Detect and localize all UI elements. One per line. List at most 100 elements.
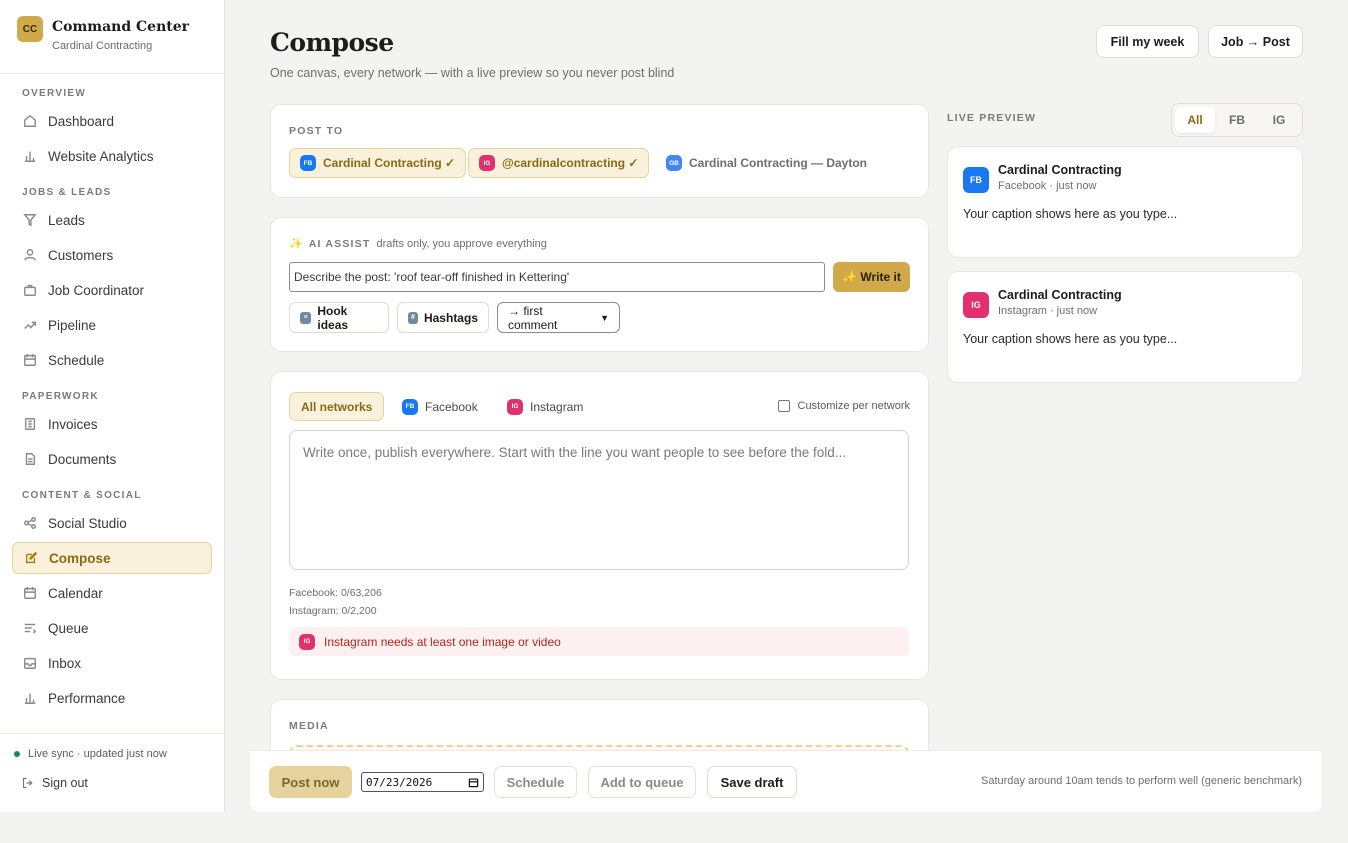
- account-chip-facebook[interactable]: FB Cardinal Contracting ✓: [289, 148, 467, 178]
- share-icon: [24, 517, 36, 529]
- preview-card-instagram: IG Cardinal Contracting Instagram · just…: [947, 271, 1303, 383]
- instagram-icon: IG: [963, 292, 989, 318]
- home-icon: [24, 114, 36, 127]
- ai-assist-card: ✨ AI ASSIST drafts only, you approve eve…: [270, 217, 929, 352]
- funnel-icon: [23, 214, 37, 227]
- logout-icon: [22, 777, 33, 789]
- action-bar: Post now 07/23/2026 Schedule Add to queu…: [250, 750, 1322, 812]
- sidebar-item-documents[interactable]: Documents: [12, 443, 212, 475]
- sidebar-item-performance[interactable]: Performance: [12, 682, 212, 714]
- nav-section-overview: OVERVIEW: [22, 88, 87, 99]
- brand-title: Command Center: [52, 19, 189, 35]
- sidebar-item-invoices[interactable]: Invoices: [12, 408, 212, 440]
- sign-out-link[interactable]: Sign out: [14, 776, 210, 790]
- instagram-icon: IG: [507, 398, 523, 415]
- schedule-date-input[interactable]: 07/23/2026: [361, 772, 484, 792]
- brand-logo: CC: [17, 16, 43, 42]
- main-content: Compose One canvas, every network — with…: [225, 0, 1348, 812]
- facebook-icon: FB: [402, 398, 418, 415]
- page-subtitle: One canvas, every network — with a live …: [270, 66, 675, 80]
- nav-section-jobs: JOBS & LEADS: [22, 187, 112, 198]
- briefcase-icon: [24, 284, 36, 296]
- trend-icon: [24, 321, 36, 329]
- users-icon: [24, 249, 36, 261]
- editor-card: All networks FB Facebook IG Instagram Cust…: [270, 371, 929, 680]
- preview-account-name: Cardinal Contracting: [998, 288, 1122, 302]
- sidebar-item-job-coordinator[interactable]: Job Coordinator: [12, 274, 212, 306]
- bar-chart-icon: [24, 151, 36, 162]
- media-label: MEDIA: [289, 720, 329, 732]
- sidebar-item-queue[interactable]: Queue: [12, 612, 212, 644]
- calendar-icon: [24, 353, 36, 366]
- account-chip-instagram[interactable]: IG @cardinalcontracting ✓: [468, 148, 650, 178]
- calendar-icon: [468, 777, 479, 787]
- brand-header: CC Command Center Cardinal Contracting: [0, 0, 224, 74]
- preview-card-facebook: FB Cardinal Contracting Facebook · just …: [947, 146, 1303, 258]
- sidebar-item-schedule[interactable]: Schedule: [12, 344, 212, 376]
- post-now-button[interactable]: Post now: [269, 766, 352, 798]
- hashtags-button[interactable]: # Hashtags: [397, 302, 489, 333]
- bar-chart-icon: [24, 693, 36, 704]
- sidebar-item-dashboard[interactable]: Dashboard: [12, 105, 212, 137]
- nav-section-content: CONTENT & SOCIAL: [22, 490, 142, 501]
- nav-section-paperwork: PAPERWORK: [22, 391, 99, 402]
- preview-meta: Facebook · just now: [998, 180, 1097, 192]
- post-to-label: POST TO: [289, 125, 344, 137]
- instagram-icon: IG: [479, 155, 495, 171]
- sidebar-item-compose[interactable]: Compose: [12, 542, 212, 574]
- sidebar-item-social-studio[interactable]: Social Studio: [12, 507, 212, 539]
- sidebar-item-calendar[interactable]: Calendar: [12, 577, 212, 609]
- sidebar-item-inbox[interactable]: Inbox: [12, 647, 212, 679]
- customize-per-network[interactable]: Customize per network: [777, 400, 910, 412]
- preview-tab-fb[interactable]: FB: [1217, 107, 1257, 133]
- schedule-button[interactable]: Schedule: [494, 766, 577, 798]
- page-title: Compose: [270, 28, 394, 57]
- ai-prompt-input[interactable]: Describe the post: 'roof tear-off finish…: [289, 262, 825, 292]
- add-to-queue-button[interactable]: Add to queue: [588, 766, 696, 798]
- tab-facebook[interactable]: FB Facebook: [391, 392, 489, 421]
- list-icon: [24, 623, 37, 634]
- preview-account-name: Cardinal Contracting: [998, 163, 1122, 177]
- document-icon: [25, 453, 36, 465]
- account-chip-google-business[interactable]: GB Cardinal Contracting — Dayton: [656, 148, 877, 178]
- sync-status: Live sync · updated just now: [14, 748, 210, 760]
- preview-caption: Your caption shows here as you type...: [963, 332, 1178, 346]
- sidebar-item-leads[interactable]: Leads: [12, 204, 212, 236]
- preview-meta: Instagram · just now: [998, 305, 1098, 317]
- sparkle-icon: ✨: [289, 238, 303, 250]
- fill-my-week-button[interactable]: Fill my week: [1096, 25, 1199, 58]
- hook-ideas-button[interactable]: ≡ Hook ideas: [289, 302, 389, 333]
- preview-tab-ig[interactable]: IG: [1259, 107, 1299, 133]
- hook-icon: ≡: [300, 311, 312, 324]
- calendar-icon: [24, 586, 36, 599]
- facebook-counter: Facebook: 0/63,206: [289, 587, 382, 599]
- receipt-icon: [24, 418, 36, 430]
- job-to-post-button[interactable]: Job → Post: [1208, 25, 1303, 58]
- brand-subtitle: Cardinal Contracting: [52, 40, 153, 52]
- customize-checkbox[interactable]: [777, 400, 790, 412]
- facebook-icon: FB: [963, 167, 989, 193]
- preview-tabs: All FB IG: [1171, 103, 1303, 137]
- write-it-button[interactable]: ✨ Write it: [833, 262, 910, 292]
- save-draft-button[interactable]: Save draft: [707, 766, 797, 798]
- instagram-counter: Instagram: 0/2,200: [289, 605, 377, 617]
- first-comment-select[interactable]: → first comment ▼: [497, 302, 620, 333]
- preview-tab-all[interactable]: All: [1175, 107, 1215, 133]
- hashtag-icon: #: [408, 311, 418, 324]
- sidebar-item-customers[interactable]: Customers: [12, 239, 212, 271]
- caption-textarea[interactable]: Write once, publish everywhere. Start wi…: [289, 430, 909, 570]
- ai-assist-header: ✨ AI ASSIST drafts only, you approve eve…: [289, 237, 547, 251]
- post-to-card: POST TO FB Cardinal Contracting ✓ IG @card…: [270, 104, 929, 198]
- tab-all-networks[interactable]: All networks: [289, 392, 385, 421]
- sidebar: CC Command Center Cardinal Contracting O…: [0, 0, 225, 812]
- tab-instagram[interactable]: IG Instagram: [496, 392, 594, 421]
- chevron-down-icon: ▼: [600, 312, 609, 323]
- sidebar-footer: Live sync · updated just now Sign out: [0, 733, 224, 790]
- sidebar-item-website-analytics[interactable]: Website Analytics: [12, 140, 212, 172]
- edit-icon: [25, 551, 38, 564]
- sidebar-item-pipeline[interactable]: Pipeline: [12, 309, 212, 341]
- status-dot-icon: [14, 751, 20, 757]
- inbox-icon: [24, 657, 36, 669]
- live-preview-label: LIVE PREVIEW: [947, 112, 1037, 124]
- instagram-icon: IG: [299, 633, 315, 650]
